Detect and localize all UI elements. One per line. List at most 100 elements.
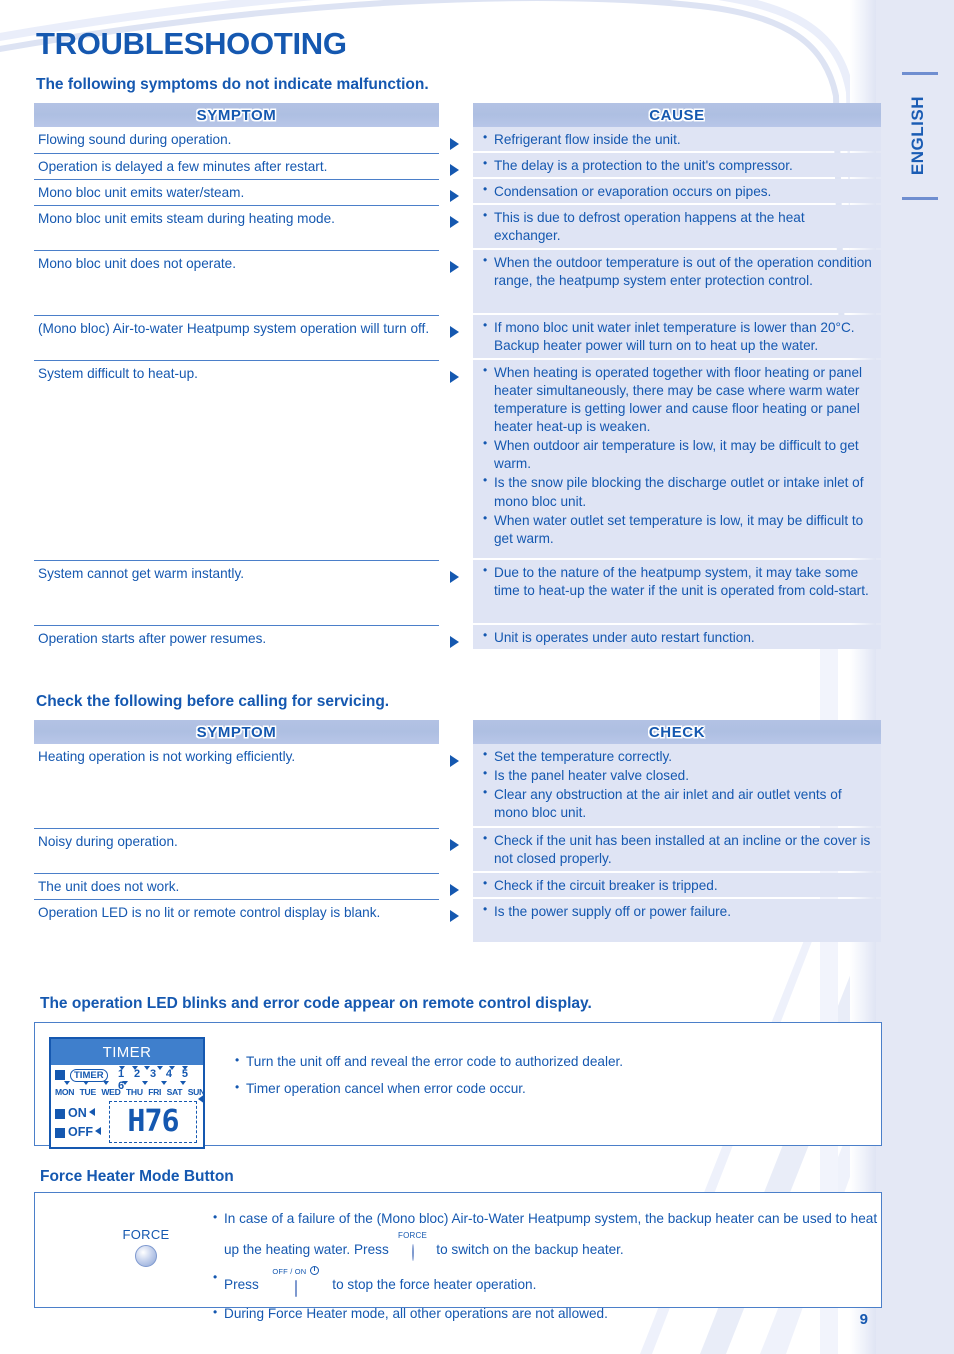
lcd-off-arrow-icon (95, 1127, 101, 1135)
inline-off-on-button-icon[interactable]: OFF / ON (267, 1265, 325, 1302)
cause-cell: When heating is operated together with f… (473, 360, 881, 558)
lcd-day-ticks (64, 1081, 187, 1085)
lcd-day-label: SAT (166, 1087, 183, 1097)
triangle-right-icon (450, 261, 459, 273)
row-arrow-icon (439, 179, 473, 205)
column-header-check: CHECK (473, 720, 881, 744)
cause-cell: This is due to defrost operation happens… (473, 205, 881, 248)
cause-item: Refrigerant flow inside the unit. (481, 130, 873, 149)
language-tab: ENGLISH (898, 72, 938, 200)
error-code-note: Turn the unit off and reveal the error c… (233, 1052, 703, 1071)
lcd-day-label: SUN (187, 1087, 206, 1097)
lcd-indicator-square-3 (55, 1128, 65, 1138)
symptom-cell: Mono bloc unit emits steam during heatin… (34, 205, 439, 250)
cause-item: Is the panel heater valve closed. (481, 766, 873, 785)
section2-heading: Check the following before calling for s… (36, 693, 390, 710)
force-heater-button[interactable]: FORCE (81, 1227, 211, 1267)
lcd-indicator-square-1 (55, 1070, 65, 1080)
symptom-cell: Mono bloc unit emits water/steam. (34, 179, 439, 205)
symptom-cell: Operation LED is no lit or remote contro… (34, 899, 439, 944)
row-arrow-icon (439, 625, 473, 651)
cause-list: Refrigerant flow inside the unit. (481, 130, 873, 149)
lcd-indicator-square-2 (55, 1109, 65, 1119)
row-arrow-icon (439, 250, 473, 315)
cause-list: When heating is operated together with f… (481, 363, 873, 548)
column-header-symptom: SYMPTOM (34, 103, 439, 127)
cause-cell: If mono bloc unit water inlet temperatur… (473, 315, 881, 358)
row-arrow-icon (439, 899, 473, 944)
lcd-day-tick-icon (64, 1081, 70, 1085)
lcd-day-tick-icon (83, 1081, 90, 1085)
cause-list: Unit is operates under auto restart func… (481, 628, 873, 647)
cause-item: If mono bloc unit water inlet temperatur… (481, 318, 873, 355)
force-button-dot-icon (135, 1245, 157, 1267)
symptom-cell: System difficult to heat-up. (34, 360, 439, 560)
cause-item: When outdoor air temperature is low, it … (481, 436, 873, 473)
cause-list: Check if the circuit breaker is tripped. (481, 876, 873, 895)
triangle-right-icon (450, 138, 459, 150)
table-header-row: SYMPTOM CAUSE (34, 103, 882, 127)
page-content: TROUBLESHOOTING The following symptoms d… (0, 0, 890, 1354)
symptom-column: Flowing sound during operation. Operation… (34, 127, 439, 651)
symptom-cell: Operation is delayed a few minutes after… (34, 153, 439, 179)
column-header-cause: CAUSE (473, 103, 881, 127)
symptom-column: Heating operation is not working efficie… (34, 744, 439, 944)
page-title: TROUBLESHOOTING (36, 26, 347, 61)
cause-cell: Check if the circuit breaker is tripped. (473, 873, 881, 897)
table-body: Heating operation is not working efficie… (34, 744, 882, 944)
triangle-right-icon (450, 839, 459, 851)
lcd-title: TIMER (51, 1039, 203, 1065)
lcd-day-label: MON (55, 1087, 75, 1097)
cause-item: Is the snow pile blocking the discharge … (481, 473, 873, 510)
cause-list: Check if the unit has been installed at … (481, 831, 873, 868)
symptom-cell: Noisy during operation. (34, 828, 439, 873)
cause-list: Set the temperature correctly.Is the pan… (481, 747, 873, 822)
force-heater-note: In case of a failure of the (Mono bloc) … (211, 1206, 891, 1266)
row-arrow-icon (439, 127, 473, 153)
section3-heading: The operation LED blinks and error code … (40, 995, 592, 1012)
symptom-cell: System cannot get warm instantly. (34, 560, 439, 625)
error-code-note: Timer operation cancel when error code o… (233, 1079, 703, 1098)
triangle-right-icon (450, 755, 459, 767)
section1-heading: The following symptoms do not indicate m… (36, 76, 429, 93)
cause-item: The delay is a protection to the unit's … (481, 156, 873, 175)
lcd-day-tick-icon (160, 1081, 167, 1085)
cause-item: Is the power supply off or power failure… (481, 902, 873, 921)
cause-item: Condensation or evaporation occurs on pi… (481, 182, 873, 201)
cause-item: This is due to defrost operation happens… (481, 208, 873, 245)
row-arrow-icon (439, 205, 473, 250)
table-body: Flowing sound during operation. Operation… (34, 127, 882, 651)
lcd-on-arrow-icon (88, 1108, 95, 1116)
row-arrow-icon (439, 560, 473, 625)
row-arrow-icon (439, 360, 473, 560)
lcd-error-code: H76 (127, 1104, 179, 1139)
language-tab-rule-bottom (902, 197, 938, 200)
cause-item: Check if the unit has been installed at … (481, 831, 873, 868)
inline-force-button-icon[interactable]: FORCE (396, 1231, 430, 1266)
lcd-day-tick-icon (180, 1081, 187, 1085)
symptom-cell: (Mono bloc) Air-to-water Heatpump system… (34, 315, 439, 360)
lcd-day-tick-icon (122, 1081, 129, 1085)
language-tab-rule-top (902, 72, 938, 75)
symptom-cell: Mono bloc unit does not operate. (34, 250, 439, 315)
cause-cell: Unit is operates under auto restart func… (473, 625, 881, 649)
error-code-notes: Turn the unit off and reveal the error c… (233, 1052, 703, 1108)
cause-list: The delay is a protection to the unit's … (481, 156, 873, 175)
triangle-right-icon (450, 571, 459, 583)
cause-cell: Condensation or evaporation occurs on pi… (473, 179, 881, 203)
triangle-right-icon (450, 636, 459, 648)
symptom-cell: Flowing sound during operation. (38, 132, 232, 147)
page-number: 9 (859, 1311, 868, 1328)
cause-item: Check if the circuit breaker is tripped. (481, 876, 873, 895)
force-button-label: FORCE (122, 1227, 170, 1242)
error-code-note-list: Turn the unit off and reveal the error c… (233, 1052, 703, 1099)
cause-cell: Set the temperature correctly.Is the pan… (473, 744, 881, 826)
section4-heading: Force Heater Mode Button (40, 1168, 234, 1185)
inline-off-on-button-pill (294, 1279, 297, 1297)
cause-list: When the outdoor temperature is out of t… (481, 253, 873, 290)
triangle-right-icon (450, 884, 459, 896)
force-heater-note: Press OFF / ON to stop the force heater … (211, 1265, 891, 1302)
symptom-check-table: SYMPTOM CHECK Heating operation is not w… (34, 720, 882, 944)
lcd-day-tick-icon (102, 1081, 109, 1085)
lcd-day-label: TUE (79, 1087, 97, 1097)
